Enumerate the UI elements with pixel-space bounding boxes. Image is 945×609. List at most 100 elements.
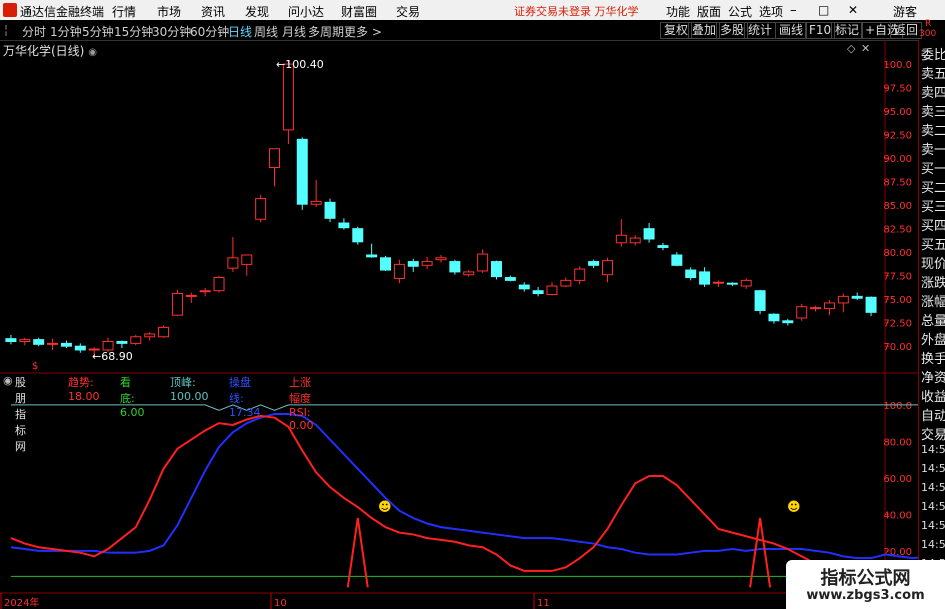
candle-body (393, 263, 405, 279)
quote-field-label: 换手 (921, 352, 945, 367)
menu-trade[interactable]: 交易 (396, 3, 420, 20)
candle-body (546, 285, 558, 295)
candle-body (796, 306, 808, 319)
tab-multi-period[interactable]: 多周期 (308, 23, 344, 40)
candle-body (19, 339, 31, 342)
low-price-value: 68.90 (101, 350, 133, 363)
candle-body (227, 257, 239, 269)
draw-line-button[interactable]: 画线 (775, 22, 808, 39)
maximize-icon[interactable]: □ (818, 3, 829, 17)
login-status: 证券交易未登录 万华化学 (514, 5, 639, 18)
rsi-value: 上涨幅度RSI: 0.00 (289, 376, 314, 432)
menu-ask[interactable]: 问小达 (288, 3, 324, 20)
candle-body (490, 261, 502, 278)
indicator-name[interactable]: 股朋指标网 (15, 374, 26, 454)
price-tick-label: 90.00 (883, 154, 912, 165)
candle-body (643, 228, 655, 240)
candle-body (324, 201, 336, 219)
menu-wealth[interactable]: 财富圈 (341, 3, 377, 20)
tab-30min[interactable]: 30分钟 (152, 23, 191, 40)
title-bar: 通达信金融终端 行情 市场 资讯 发现 问小达 财富圈 交易 证券交易未登录 万… (0, 0, 945, 20)
quote-field-label: 14:56 (921, 500, 945, 513)
quote-field-label: 卖三 (921, 105, 945, 120)
rsi-spike (749, 517, 772, 588)
quote-field-label: 现价 (921, 257, 945, 272)
candle-body (685, 269, 697, 279)
tab-more[interactable]: 更多 > (344, 23, 382, 40)
tab-timeshare[interactable]: 分时 (22, 23, 46, 40)
candle-body (60, 342, 72, 347)
candle-body (615, 234, 627, 244)
quote-field-label: 卖五 (921, 67, 945, 82)
ind-tick-label: 100.0 (883, 401, 912, 412)
menu-discover[interactable]: 发现 (245, 3, 269, 20)
candle-body (241, 254, 253, 265)
ind-tick-label: 60.00 (883, 474, 912, 485)
price-tick-label: 80.00 (883, 248, 912, 259)
quote-field-label: 涨跌 (921, 276, 945, 291)
candle-body (102, 340, 114, 351)
high-price-label: ←100.40 (276, 58, 324, 71)
operation-line (10, 413, 918, 560)
menu-formula[interactable]: 公式 (728, 3, 752, 20)
tab-15min[interactable]: 15分钟 (114, 23, 153, 40)
back-button[interactable]: 返回 (890, 22, 923, 39)
watermark: 指标公式网 www.zbgs3.com (786, 560, 945, 609)
candle-body (629, 237, 641, 244)
candle-body (158, 326, 170, 338)
quote-field-label: 买二 (921, 181, 945, 196)
app-title: 通达信金融终端 (20, 5, 105, 19)
candle-body (574, 268, 586, 281)
menu-function[interactable]: 功能 (666, 3, 690, 20)
menu-market[interactable]: 行情 (112, 3, 136, 20)
candle-body (352, 228, 364, 243)
quote-panel: 委比 卖五 卖四 卖三 卖二 卖一 买一 买二 买三 买四 买五 现价 涨跌 涨幅 总量 外盘 换手 净资 收益 自动… (918, 40, 945, 609)
tab-60min[interactable]: 60分钟 (190, 23, 229, 40)
candle-body (463, 271, 475, 276)
minimize-icon[interactable]: – (790, 3, 797, 18)
peak-value: 顶峰: 100.00 (170, 376, 209, 403)
candle-body (782, 320, 794, 324)
candle-body (601, 260, 613, 276)
candle-body (657, 245, 669, 248)
candle-body (810, 307, 822, 310)
quote-field-label: 外盘 (921, 333, 945, 348)
candle-body (699, 271, 711, 285)
candle-body (213, 277, 225, 292)
statistics-button[interactable]: 统计 (744, 22, 777, 39)
quote-field-label: 14:56 (921, 481, 945, 494)
tab-monthly[interactable]: 月线 (282, 23, 306, 40)
candle-body (296, 138, 308, 205)
bottom-value: 看底: 6.00 (120, 376, 145, 419)
quote-field-label: 买三 (921, 200, 945, 215)
tab-weekly[interactable]: 周线 (254, 23, 278, 40)
close-icon[interactable]: ✕ (848, 3, 858, 17)
candle-body (74, 345, 86, 351)
trend-line (10, 414, 918, 588)
candle-body (671, 254, 683, 266)
toolbar-grip-icon: ¦ (4, 23, 9, 37)
candle-body (588, 261, 600, 266)
menu-marketplace[interactable]: 市场 (157, 3, 181, 20)
tab-5min[interactable]: 5分钟 (82, 23, 114, 40)
indicator-toggle-icon[interactable]: ◉ (3, 374, 13, 387)
quote-field-label: 14:56 (921, 519, 945, 532)
menu-layout[interactable]: 版面 (697, 3, 721, 20)
menu-news[interactable]: 资讯 (201, 3, 225, 20)
menu-options[interactable]: 选项 (759, 3, 783, 20)
price-tick-label: 92.50 (883, 131, 912, 142)
candle-body (754, 290, 766, 311)
candle-body (144, 333, 156, 338)
period-toolbar: ¦ 分时 1分钟 5分钟 15分钟 30分钟 60分钟 日线 周线 月线 多周期… (0, 20, 945, 41)
tab-1min[interactable]: 1分钟 (50, 23, 82, 40)
candle-body (532, 290, 544, 295)
quote-field-label: 14:56 (921, 538, 945, 551)
candle-body (310, 200, 322, 205)
tab-daily[interactable]: 日线 (228, 23, 252, 40)
price-tick-label: 85.00 (883, 201, 912, 212)
candle-body (407, 261, 419, 267)
quote-field-label: 卖二 (921, 124, 945, 139)
mark-button[interactable]: 标记 (831, 22, 864, 39)
guest-label[interactable]: 游客 (893, 3, 917, 20)
kline-chart[interactable]: 100.0 97.50 95.00 92.50 90.00 87.50 85.00 82.50… (0, 40, 918, 609)
